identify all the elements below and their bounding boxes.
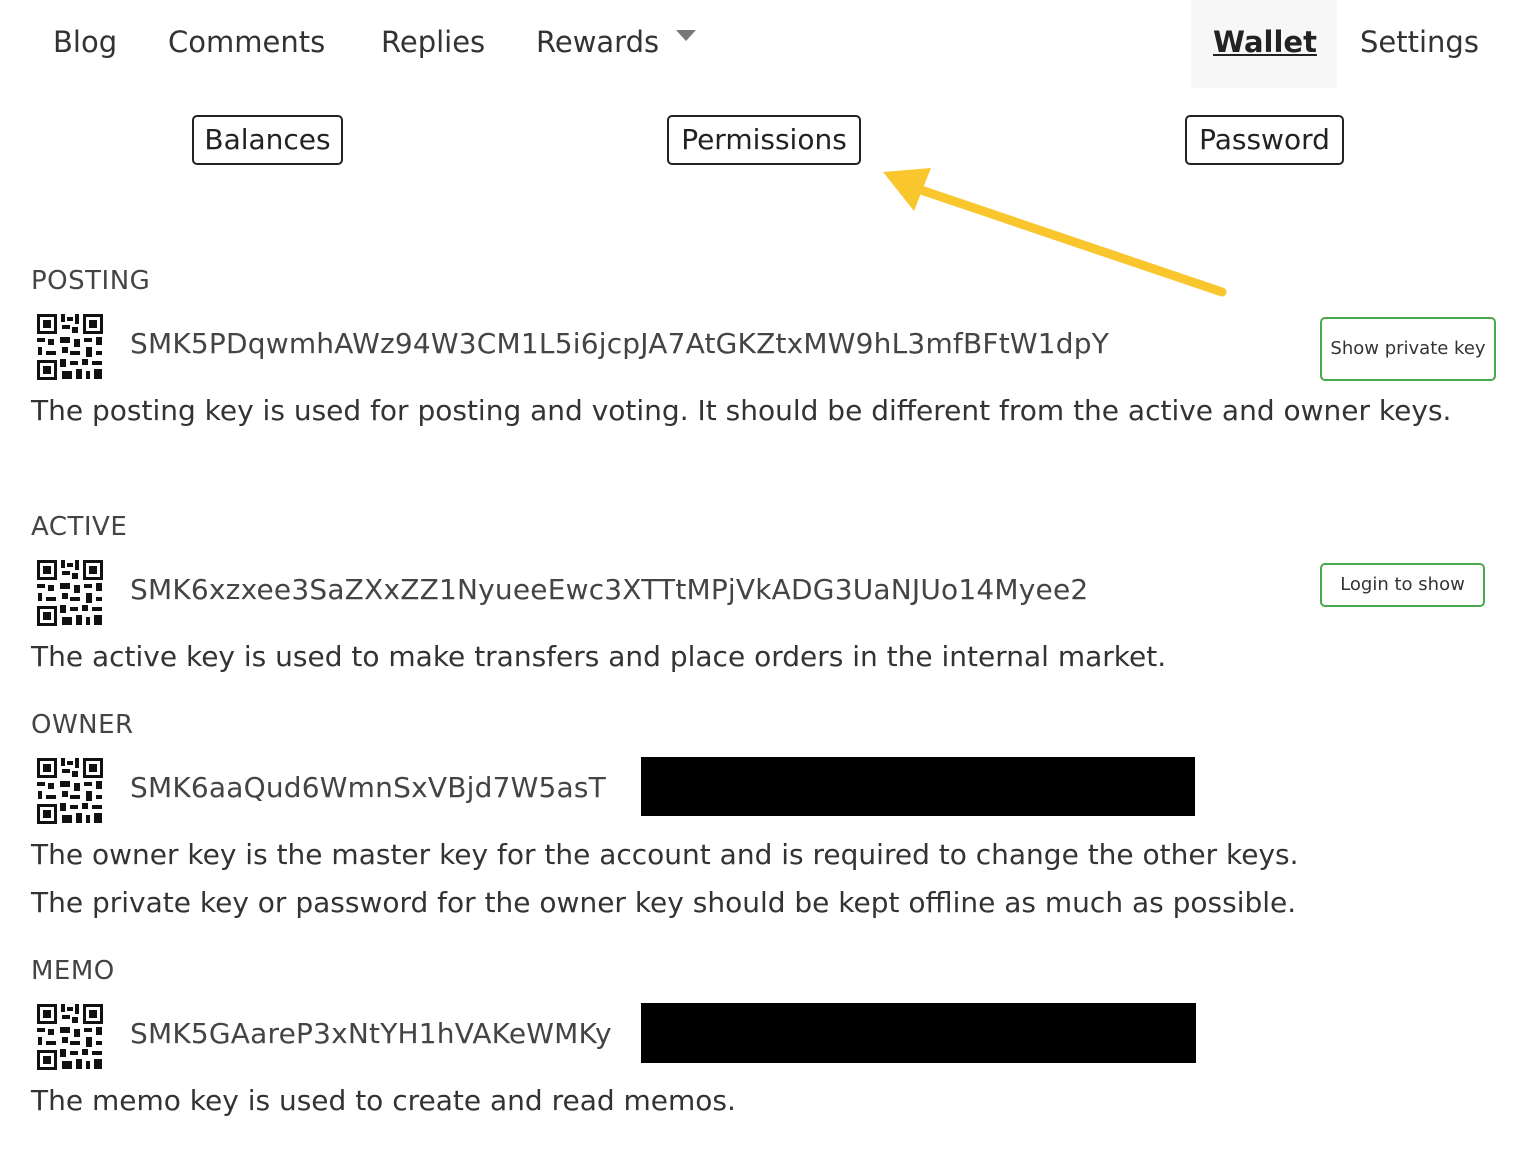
redaction-box — [641, 757, 1195, 816]
owner-label: OWNER — [31, 710, 134, 740]
memo-label: MEMO — [31, 956, 115, 986]
owner-description-2: The private key or password for the owne… — [31, 886, 1297, 919]
active-public-key: SMK6xzxee3SaZXxZZ1NyueeEwc3XTTtMPjVkADG3… — [130, 573, 1089, 606]
owner-description-1: The owner key is the master key for the … — [31, 838, 1299, 871]
active-description: The active key is used to make transfers… — [31, 640, 1167, 673]
posting-public-key: SMK5PDqwmhAWz94W3CM1L5i6jcpJA7AtGKZtxMW9… — [130, 327, 1110, 360]
qr-code-icon — [36, 1003, 104, 1071]
redaction-box — [641, 1003, 1196, 1063]
qr-code-icon — [36, 313, 104, 381]
owner-public-key: SMK6aaQud6WmnSxVBjd7W5asT — [130, 771, 606, 804]
qr-code-icon — [36, 757, 104, 825]
posting-label: POSTING — [31, 266, 151, 296]
show-private-key-button[interactable]: Show private key — [1320, 317, 1496, 381]
memo-description: The memo key is used to create and read … — [31, 1084, 736, 1117]
annotation-arrow-icon — [883, 168, 1227, 297]
active-label: ACTIVE — [31, 512, 128, 542]
memo-public-key: SMK5GAareP3xNtYH1hVAKeWMKy — [130, 1017, 612, 1050]
qr-code-icon — [36, 559, 104, 627]
login-to-show-button[interactable]: Login to show — [1320, 563, 1485, 607]
posting-description: The posting key is used for posting and … — [31, 394, 1452, 427]
